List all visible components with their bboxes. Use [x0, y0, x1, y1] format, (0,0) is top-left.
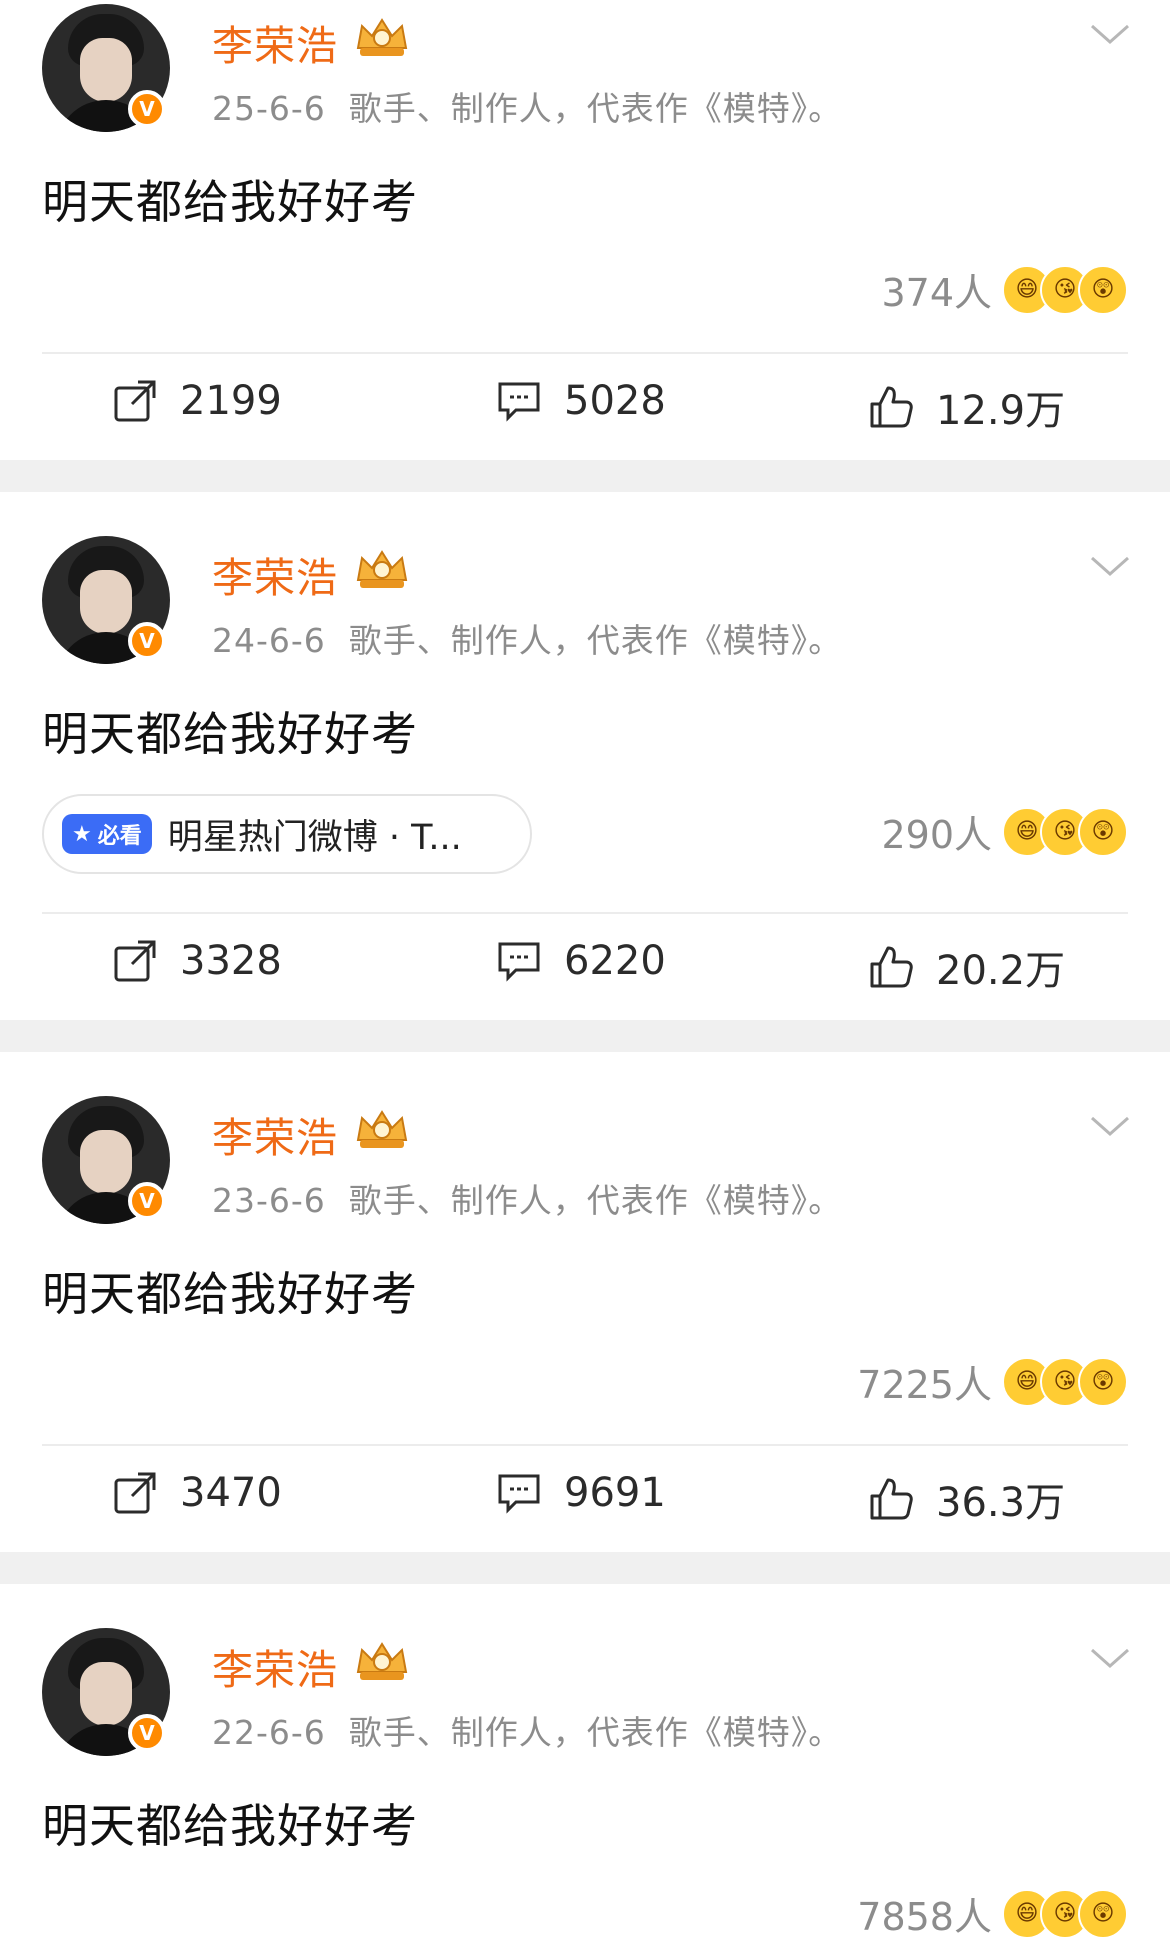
badge-label: 必看 — [97, 824, 142, 849]
chevron-down-icon[interactable] — [1090, 22, 1130, 46]
verified-badge-icon: V — [128, 90, 166, 128]
comment-button[interactable]: 5028 — [496, 378, 666, 424]
divider — [42, 352, 1128, 354]
author-bio: 歌手、制作人，代表作《模特》。 — [348, 1181, 843, 1220]
like-count: 36.3万 — [936, 1480, 1066, 1526]
comment-button[interactable]: 9691 — [496, 1470, 666, 1516]
like-count: 12.9万 — [936, 388, 1066, 434]
surprised-emoji-icon: 😲 — [1078, 264, 1128, 315]
divider — [42, 1444, 1128, 1446]
post-text[interactable]: 明天都给我好好考 — [42, 698, 418, 764]
post-date: 23-6-6 — [212, 1181, 326, 1220]
verified-badge-icon: V — [128, 1182, 166, 1220]
reaction-emojis: 😄 😘 😲 — [1002, 806, 1128, 857]
like-icon — [870, 946, 913, 988]
crown-icon — [356, 550, 408, 588]
comment-count: 9691 — [564, 1470, 666, 1516]
author-name[interactable]: 李荣浩 — [212, 1636, 338, 1696]
like-icon — [870, 386, 913, 428]
reactions-count: 290人 — [881, 813, 992, 857]
post-text[interactable]: 明天都给我好好考 — [42, 1258, 418, 1324]
share-button[interactable]: 3328 — [112, 938, 282, 984]
reactions-summary[interactable]: 374人 😄 😘 😲 — [881, 262, 1128, 317]
author-name[interactable]: 李荣浩 — [212, 544, 338, 604]
surprised-emoji-icon: 😲 — [1078, 1356, 1128, 1407]
share-count: 2199 — [180, 378, 282, 424]
comment-count: 6220 — [564, 938, 666, 984]
like-count: 20.2万 — [936, 948, 1066, 994]
post-separator — [0, 460, 1170, 492]
post-2: V 李荣浩 24-6-6 歌手、制作人，代表作《模特》。 明天都给我好好考 ★ 必… — [0, 492, 1170, 1020]
reactions-summary[interactable]: 7858人 😄 😘 😲 — [857, 1886, 1128, 1941]
author-name[interactable]: 李荣浩 — [212, 1104, 338, 1164]
reactions-summary[interactable]: 7225人 😄 😘 😲 — [857, 1354, 1128, 1409]
comment-button[interactable]: 6220 — [496, 938, 666, 984]
reaction-emojis: 😄 😘 😲 — [1002, 1888, 1128, 1939]
like-icon — [870, 1478, 913, 1520]
like-button[interactable]: 12.9万 — [868, 378, 1065, 436]
author-bio: 歌手、制作人，代表作《模特》。 — [348, 1713, 843, 1752]
post-text[interactable]: 明天都给我好好考 — [42, 166, 418, 232]
must-see-badge: ★ 必看 — [62, 814, 152, 854]
verified-badge-icon: V — [128, 622, 166, 660]
share-icon — [114, 1472, 156, 1514]
crown-icon — [356, 1110, 408, 1148]
post-meta: 23-6-6 歌手、制作人，代表作《模特》。 — [212, 1174, 842, 1222]
comment-count: 5028 — [564, 378, 666, 424]
share-button[interactable]: 3470 — [112, 1470, 282, 1516]
chevron-down-icon[interactable] — [1090, 554, 1130, 578]
reactions-count: 7858人 — [857, 1895, 992, 1939]
surprised-emoji-icon: 😲 — [1078, 806, 1128, 857]
post-date: 24-6-6 — [212, 621, 326, 660]
reaction-emojis: 😄 😘 😲 — [1002, 264, 1128, 315]
reactions-summary[interactable]: 290人 😄 😘 😲 — [881, 804, 1128, 859]
star-icon: ★ — [72, 821, 92, 847]
post-meta: 24-6-6 歌手、制作人，代表作《模特》。 — [212, 614, 842, 662]
comment-icon — [498, 1474, 540, 1514]
reactions-count: 7225人 — [857, 1363, 992, 1407]
comment-icon — [498, 382, 540, 422]
crown-icon — [356, 1642, 408, 1680]
share-icon — [114, 380, 156, 422]
author-name[interactable]: 李荣浩 — [212, 12, 338, 72]
share-icon — [114, 940, 156, 982]
like-button[interactable]: 36.3万 — [868, 1470, 1065, 1528]
post-meta: 25-6-6 歌手、制作人，代表作《模特》。 — [212, 82, 842, 130]
topic-tag[interactable]: ★ 必看 明星热门微博 · T... — [42, 794, 532, 874]
post-4: V 李荣浩 22-6-6 歌手、制作人，代表作《模特》。 明天都给我好好考 78… — [0, 1584, 1170, 1947]
post-3: V 李荣浩 23-6-6 歌手、制作人，代表作《模特》。 明天都给我好好考 72… — [0, 1052, 1170, 1552]
like-button[interactable]: 20.2万 — [868, 938, 1065, 996]
post-meta: 22-6-6 歌手、制作人，代表作《模特》。 — [212, 1706, 842, 1754]
reactions-count: 374人 — [881, 271, 992, 315]
share-button[interactable]: 2199 — [112, 378, 282, 424]
reaction-emojis: 😄 😘 😲 — [1002, 1356, 1128, 1407]
chevron-down-icon[interactable] — [1090, 1646, 1130, 1670]
post-text[interactable]: 明天都给我好好考 — [42, 1790, 418, 1856]
comment-icon — [498, 942, 540, 982]
surprised-emoji-icon: 😲 — [1078, 1888, 1128, 1939]
author-bio: 歌手、制作人，代表作《模特》。 — [348, 89, 843, 128]
crown-icon — [356, 18, 408, 56]
post-date: 25-6-6 — [212, 89, 326, 128]
share-count: 3328 — [180, 938, 282, 984]
author-bio: 歌手、制作人，代表作《模特》。 — [348, 621, 843, 660]
post-separator — [0, 1020, 1170, 1052]
verified-badge-icon: V — [128, 1714, 166, 1752]
post-date: 22-6-6 — [212, 1713, 326, 1752]
share-count: 3470 — [180, 1470, 282, 1516]
post-separator — [0, 1552, 1170, 1584]
divider — [42, 912, 1128, 914]
chevron-down-icon[interactable] — [1090, 1114, 1130, 1138]
tag-text: 明星热门微博 · T... — [167, 817, 462, 858]
post-1: V 李荣浩 25-6-6 歌手、制作人，代表作《模特》。 明天都给我好好考 37… — [0, 0, 1170, 460]
